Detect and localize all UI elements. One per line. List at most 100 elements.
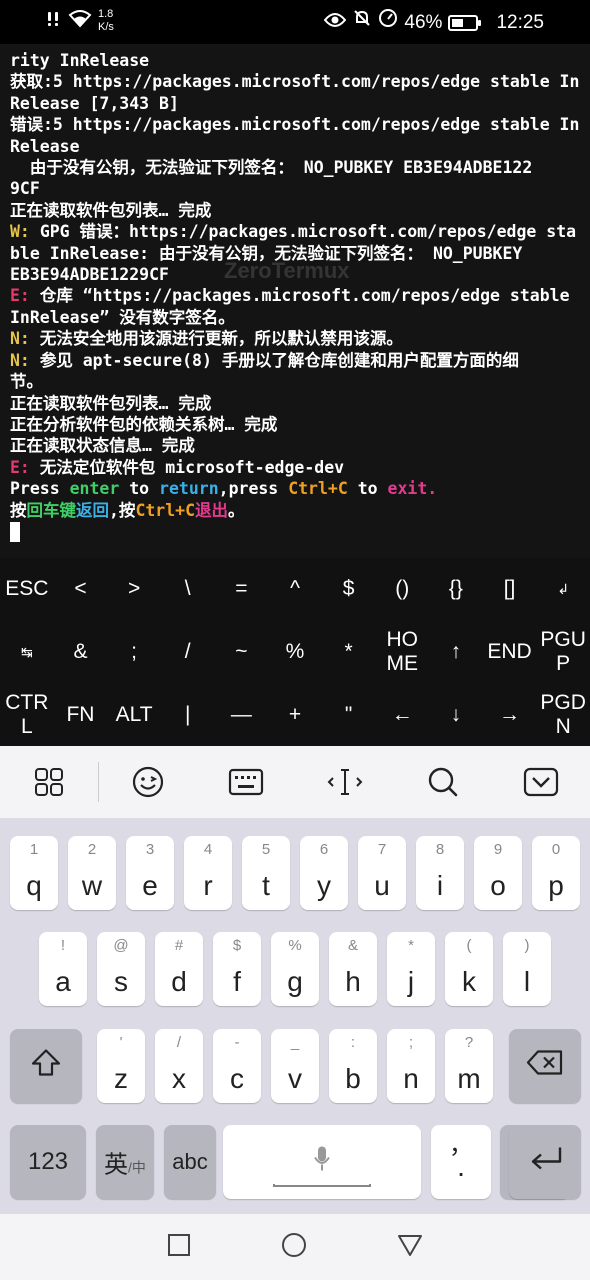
extra-key[interactable]: ← (375, 683, 429, 746)
letter-key[interactable]: 7u (358, 836, 406, 910)
extra-key[interactable]: < (54, 558, 108, 621)
letter-key[interactable]: (k (445, 932, 493, 1006)
terminal-cursor (10, 522, 20, 543)
key-hint: % (288, 937, 302, 954)
terminal-line: W: GPG 错误：https://packages.microsoft.com… (10, 222, 577, 242)
back-triangle-icon[interactable] (397, 1233, 423, 1261)
terminal-line: ble InRelease: 由于没有公钥，无法验证下列签名： NO_PUBKE… (10, 243, 523, 263)
key-hint: 3 (145, 841, 155, 858)
extra-key[interactable]: % (268, 621, 322, 684)
key-letter: q (26, 870, 42, 901)
extra-key[interactable]: ; (107, 621, 161, 684)
letter-key[interactable]: $ f (213, 932, 261, 1006)
extra-key[interactable]: CTR L (0, 683, 54, 746)
key-letter: d (171, 966, 187, 997)
extra-key[interactable]: ↓ (429, 683, 483, 746)
extra-key[interactable]: ↹ (0, 621, 54, 684)
cursor-move-icon[interactable] (296, 767, 394, 797)
key-hint: # (174, 937, 184, 954)
terminal-line: E: 仓库 “https://packages.microsoft.com/re… (10, 286, 570, 306)
apps-grid-icon[interactable] (0, 767, 98, 797)
space-key[interactable] (223, 1125, 421, 1199)
hide-keyboard-icon[interactable] (492, 767, 590, 797)
battery-percent: 46% (404, 11, 443, 33)
extra-key[interactable]: END (483, 621, 537, 684)
letter-key[interactable]: 0p (532, 836, 580, 910)
letter-key[interactable]: % g (271, 932, 319, 1006)
recents-square-icon[interactable] (167, 1233, 191, 1261)
language-switch-key[interactable]: 英/中 (96, 1125, 154, 1199)
extra-key[interactable]: ↲ (536, 558, 590, 621)
extra-key[interactable]: = (215, 558, 269, 621)
letter-key[interactable]: ; n (387, 1029, 435, 1103)
key-hint: 4 (203, 841, 213, 858)
letter-key[interactable]: 5t (242, 836, 290, 910)
terminal-output[interactable]: ZeroTermux rity InRelease 获取:5 https://p… (0, 44, 590, 558)
numbers-key[interactable]: 123 (10, 1125, 86, 1199)
key-hint: & (347, 937, 358, 954)
key-letter: w (81, 870, 103, 901)
extra-key[interactable]: HO ME (375, 621, 429, 684)
key-hint: : (350, 1034, 356, 1051)
extra-key[interactable]: ↑ (429, 621, 483, 684)
extra-key[interactable]: & (54, 621, 108, 684)
letter-key[interactable]: * j (387, 932, 435, 1006)
key-hint: 5 (261, 841, 271, 858)
search-icon[interactable] (394, 766, 492, 798)
press-enter-line: Press enter to return,press Ctrl+C to ex… (10, 479, 438, 499)
letter-key[interactable]: 8i (416, 836, 464, 910)
letter-key[interactable]: ? m (445, 1029, 493, 1103)
terminal-line: E: 无法定位软件包 microsoft-edge-dev (10, 457, 345, 477)
extra-key[interactable]: ALT (107, 683, 161, 746)
extra-key[interactable]: — (215, 683, 269, 746)
key-hint: 1 (29, 841, 39, 858)
soft-keyboard: 123 英/中 abc ， · 1 q 2 w 3 e 4 r 5 t 6 y … (0, 818, 590, 1214)
extra-key[interactable]: {} (429, 558, 483, 621)
extra-key[interactable]: / (161, 621, 215, 684)
shift-key[interactable] (10, 1029, 82, 1103)
extra-key[interactable]: → (483, 683, 537, 746)
key-letter: o (490, 870, 506, 901)
extra-key[interactable]: + (268, 683, 322, 746)
emoji-icon[interactable] (99, 765, 197, 799)
extra-key[interactable]: FN (54, 683, 108, 746)
extra-key[interactable]: * (322, 621, 376, 684)
letter-key[interactable]: -c (213, 1029, 261, 1103)
letter-key[interactable]: ' z (97, 1029, 145, 1103)
key-letter: f (233, 966, 241, 997)
punctuation-overlay (433, 1125, 493, 1199)
keyboard-layout-icon[interactable] (197, 768, 295, 796)
backspace-key[interactable] (509, 1029, 581, 1103)
home-circle-icon[interactable] (281, 1232, 307, 1262)
letter-key[interactable]: # d (155, 932, 203, 1006)
extra-key[interactable]: PGU P (536, 621, 590, 684)
extra-key[interactable]: PGD N (536, 683, 590, 746)
letter-key[interactable]: / x (155, 1029, 203, 1103)
extra-key[interactable]: ~ (215, 621, 269, 684)
letter-key[interactable]: _ v (271, 1029, 319, 1103)
letter-key[interactable]: ! a (39, 932, 87, 1006)
letter-key[interactable]: 9o (474, 836, 522, 910)
extra-key[interactable]: \ (161, 558, 215, 621)
letter-key[interactable]: @ s (97, 932, 145, 1006)
letter-key[interactable]: ) l (503, 932, 551, 1006)
letter-key[interactable]: 2w (68, 836, 116, 910)
extra-key[interactable]: [] (483, 558, 537, 621)
abc-key[interactable]: abc (164, 1125, 216, 1199)
letter-key[interactable]: 6y (300, 836, 348, 910)
key-letter: u (374, 870, 390, 901)
letter-key[interactable]: :b (329, 1029, 377, 1103)
enter-key[interactable] (509, 1125, 581, 1199)
terminal-line: 由于没有公钥，无法验证下列签名： NO_PUBKEY EB3E94ADBE122 (10, 158, 533, 178)
letter-key[interactable]: 4r (184, 836, 232, 910)
extra-key[interactable]: ^ (268, 558, 322, 621)
extra-key[interactable]: $ (322, 558, 376, 621)
letter-key[interactable]: 1q (10, 836, 58, 910)
extra-key[interactable]: " (322, 683, 376, 746)
extra-key[interactable]: ESC (0, 558, 54, 621)
extra-key[interactable]: > (107, 558, 161, 621)
extra-key[interactable]: | (161, 683, 215, 746)
letter-key[interactable]: & h (329, 932, 377, 1006)
extra-key[interactable]: () (375, 558, 429, 621)
letter-key[interactable]: 3e (126, 836, 174, 910)
